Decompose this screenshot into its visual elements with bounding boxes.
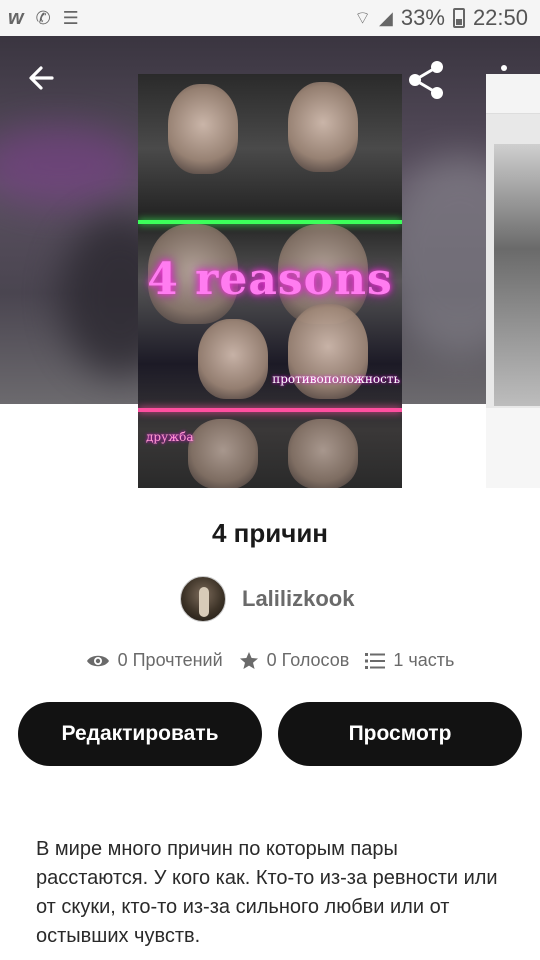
preview-button[interactable]: Просмотр: [278, 702, 522, 766]
status-bar: w ✆ ☰ ⌔ ◢ 33% 22:50: [0, 0, 540, 36]
story-description: В мире много причин по которым пары расс…: [36, 838, 498, 947]
list-icon: [365, 652, 386, 669]
cover-caption-opposites: противоположность: [272, 372, 400, 386]
author-name[interactable]: Lalilizkook: [242, 586, 354, 612]
wifi-icon: ⌔: [354, 8, 372, 28]
story-stats: 0 Прочтений 0 Голосов 1 часть: [0, 650, 540, 671]
story-actions: Редактировать Просмотр: [18, 702, 522, 766]
edit-button[interactable]: Редактировать: [18, 702, 262, 766]
votes-stat: 0 Голосов: [239, 650, 350, 671]
reads-stat: 0 Прочтений: [86, 650, 223, 671]
story-cover-image[interactable]: 4 reasons противоположность дружба: [138, 74, 402, 488]
list-notification-icon: ☰: [62, 8, 79, 28]
whatsapp-notification-icon: ✆: [35, 8, 51, 28]
battery-icon: [452, 8, 465, 28]
parts-stat: 1 часть: [365, 650, 454, 671]
battery-percent: 33%: [400, 5, 445, 30]
votes-count: 0 Голосов: [266, 650, 350, 670]
wattpad-notification-icon: w: [8, 6, 24, 29]
parts-count: 1 часть: [393, 650, 455, 670]
share-icon: [409, 61, 443, 99]
share-button[interactable]: [404, 58, 448, 102]
arrow-left-icon: [29, 66, 54, 90]
cover-caption-friendship: дружба: [146, 430, 194, 444]
signal-icon: ◢: [379, 8, 393, 28]
story-title: 4 причин: [211, 518, 329, 548]
clock: 22:50: [472, 5, 528, 30]
star-icon: [239, 651, 258, 669]
next-cover-preview[interactable]: [486, 74, 540, 488]
eye-icon: [86, 655, 109, 666]
reads-count: 0 Прочтений: [117, 650, 223, 670]
back-button[interactable]: [22, 58, 62, 98]
avatar[interactable]: [180, 576, 226, 622]
cover-title: 4 reasons: [147, 254, 393, 305]
author-link[interactable]: Lalilizkook: [180, 576, 354, 622]
